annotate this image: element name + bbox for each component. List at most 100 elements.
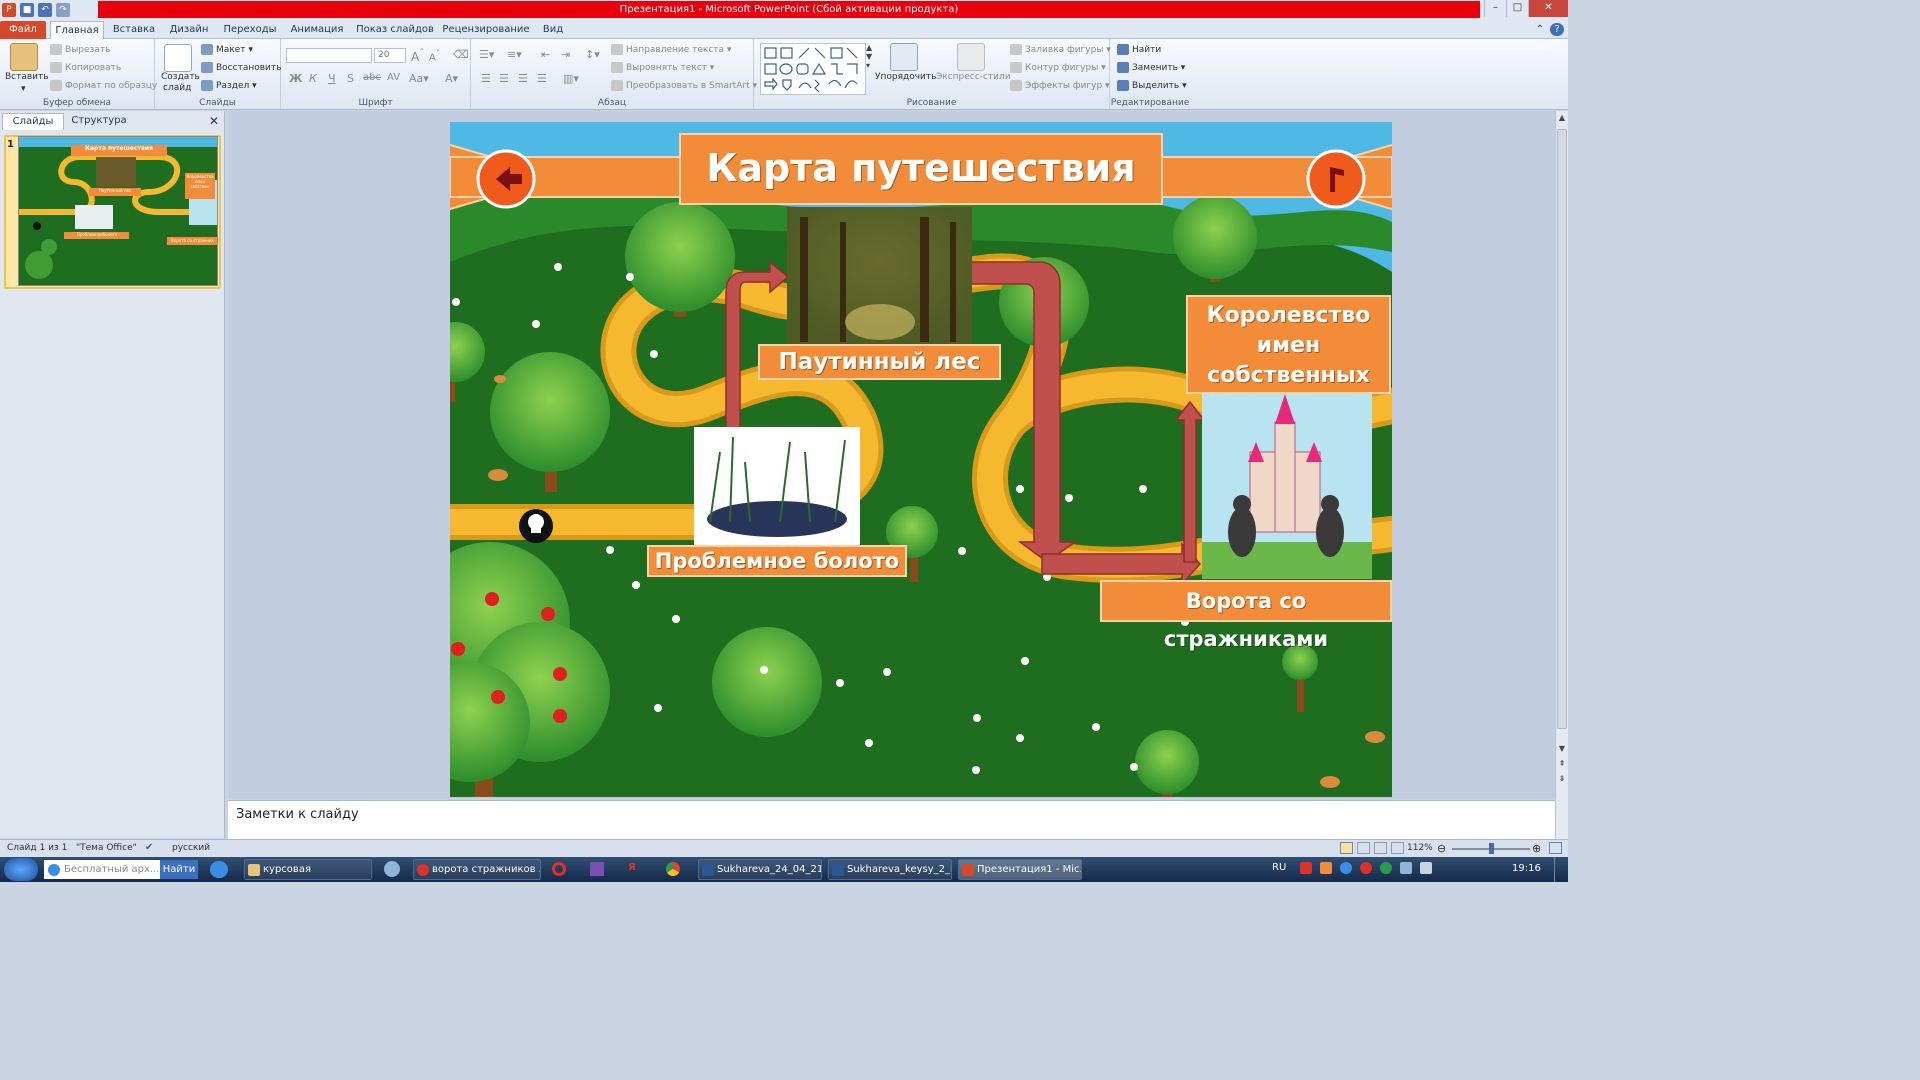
tray-app-icon-3[interactable] [1340, 862, 1352, 874]
help-icon[interactable]: ? [1550, 23, 1564, 36]
vs-icon[interactable] [590, 862, 604, 876]
prev-slide-icon[interactable]: ⇞ [1557, 759, 1567, 768]
tab-slideshow[interactable]: Показ слайдов [354, 21, 436, 39]
show-desktop-button[interactable] [1554, 857, 1568, 882]
clear-format-icon[interactable]: ⌫ [453, 48, 469, 61]
taskbar-item-browser[interactable]: ворота стражников ... [413, 859, 541, 880]
reading-view-icon[interactable] [1374, 842, 1387, 854]
tray-app-icon-5[interactable] [1380, 862, 1392, 874]
grow-font-icon[interactable]: Aˆ [411, 48, 424, 64]
chrome-icon[interactable] [666, 862, 680, 876]
clock[interactable]: 19:16 [1512, 863, 1541, 874]
tab-home[interactable]: Главная [50, 21, 104, 39]
numbering-icon[interactable]: ≡▾ [507, 48, 522, 61]
align-right-icon[interactable]: ☰ [518, 72, 528, 85]
notes-pane[interactable]: Заметки к слайду [228, 800, 1555, 839]
font-name-combo[interactable] [286, 48, 372, 63]
slideshow-icon[interactable] [1391, 842, 1404, 854]
reset-button[interactable]: Восстановить [201, 62, 281, 73]
taskbar-item-folder[interactable]: курсовая [244, 859, 372, 880]
layout-button[interactable]: Макет ▾ [201, 44, 253, 55]
vertical-scrollbar[interactable]: ▲ ▼ ⇞ ⇟ [1555, 111, 1568, 839]
align-left-icon[interactable]: ☰ [481, 72, 491, 85]
shape-fill-button[interactable]: Заливка фигуры ▾ [1010, 44, 1111, 55]
maximize-icon[interactable]: □ [1506, 0, 1528, 17]
shadow-icon[interactable]: S [347, 72, 354, 85]
scroll-thumb[interactable] [1557, 129, 1567, 729]
opera-icon[interactable] [552, 862, 566, 876]
shape-effects-button[interactable]: Эффекты фигур ▾ [1010, 80, 1110, 91]
shapes-scroll-icon[interactable]: ▲ ▼ ▾ [866, 43, 872, 70]
fit-window-icon[interactable] [1549, 842, 1562, 854]
tab-transitions[interactable]: Переходы [220, 21, 280, 39]
cut-button[interactable]: Вырезать [50, 44, 110, 55]
indent-decrease-icon[interactable]: ⇤ [541, 48, 550, 61]
search-button[interactable]: Найти [160, 860, 198, 879]
font-size-combo[interactable]: 20 [374, 48, 406, 63]
new-slide-button[interactable]: Создать [161, 72, 200, 82]
network-icon[interactable] [1400, 862, 1412, 874]
status-language[interactable]: русский [172, 843, 210, 853]
tab-animation[interactable]: Анимация [286, 21, 348, 39]
label-guard-gates[interactable]: Ворота со стражниками [1100, 580, 1392, 651]
slide-sorter-icon[interactable] [1357, 842, 1370, 854]
scroll-down-icon[interactable]: ▼ [1557, 744, 1567, 753]
paste-icon[interactable] [10, 43, 38, 71]
select-button[interactable]: Выделить ▾ [1117, 80, 1187, 91]
tab-design[interactable]: Дизайн [164, 21, 214, 39]
language-indicator[interactable]: RU [1272, 862, 1286, 873]
line-spacing-icon[interactable]: ↕▾ [585, 48, 600, 61]
taskbar-item-word1[interactable]: Sukhareva_24_04_21.... [698, 859, 822, 880]
app-icon[interactable] [384, 861, 400, 877]
taskbar-item-powerpoint[interactable]: Презентация1 - Mic... [958, 859, 1082, 880]
italic-icon[interactable]: К [309, 72, 317, 85]
format-painter-button[interactable]: Формат по образцу [50, 80, 157, 91]
replace-button[interactable]: Заменить ▾ [1117, 62, 1185, 73]
start-icon[interactable] [4, 858, 38, 881]
spellcheck-icon[interactable]: ✔ [145, 842, 153, 853]
search-input[interactable]: Бесплатный арх... [44, 860, 160, 879]
tab-review[interactable]: Рецензирование [442, 21, 530, 39]
copy-button[interactable]: Копировать [50, 62, 121, 73]
shape-outline-button[interactable]: Контур фигуры ▾ [1010, 62, 1106, 73]
powerpoint-icon[interactable]: P [2, 2, 16, 17]
taskbar-item-word2[interactable]: Sukhareva_keysy_2_k... [828, 859, 952, 880]
status-theme[interactable]: "Тема Office" [76, 843, 137, 853]
zoom-slider-thumb[interactable] [1489, 843, 1494, 854]
tab-insert[interactable]: Вставка [108, 21, 160, 39]
shapes-gallery[interactable] [760, 43, 866, 95]
tray-app-icon[interactable] [1300, 862, 1312, 874]
strike-icon[interactable]: abc [363, 72, 381, 83]
case-icon[interactable]: Aa▾ [409, 72, 429, 85]
shrink-font-icon[interactable]: Aˇ [429, 48, 440, 63]
find-button[interactable]: Найти [1117, 44, 1161, 55]
zoom-level[interactable]: 112% [1407, 843, 1433, 853]
slide-canvas[interactable]: Карта путешествия Паутинный лес Проблемн… [450, 122, 1392, 797]
undo-icon[interactable]: ↶ [38, 2, 52, 17]
close-pane-icon[interactable]: ✕ [206, 113, 222, 130]
tray-app-icon-4[interactable] [1360, 862, 1372, 874]
section-button[interactable]: Раздел ▾ [201, 80, 257, 91]
font-color-icon[interactable]: A▾ [445, 72, 458, 85]
normal-view-icon[interactable] [1340, 842, 1353, 854]
tab-view[interactable]: Вид [536, 21, 570, 39]
text-direction-button[interactable]: Направление текста ▾ [611, 44, 731, 55]
paste-button[interactable]: Вставить [5, 72, 49, 82]
collapse-ribbon-icon[interactable]: ⌃ [1533, 21, 1547, 39]
redo-icon[interactable]: ↷ [56, 2, 70, 17]
bold-icon[interactable]: Ж [289, 72, 302, 85]
paste-dropdown-icon[interactable]: ▾ [21, 84, 26, 94]
label-kingdom[interactable]: Королевство имен собственных [1186, 295, 1391, 394]
save-icon[interactable]: ■ [20, 2, 34, 17]
volume-icon[interactable] [1420, 862, 1432, 874]
label-spider-forest[interactable]: Паутинный лес [758, 344, 1001, 380]
tab-file[interactable]: Файл [0, 21, 46, 39]
underline-icon[interactable]: Ч [328, 72, 336, 85]
yandex-browser-icon[interactable]: Я [628, 862, 642, 876]
zoom-in-icon[interactable]: ⊕ [1532, 842, 1541, 855]
slide-thumbnail[interactable]: Карта путешествия Паутинный лес Проблемн… [18, 136, 218, 286]
align-text-button[interactable]: Выровнять текст ▾ [611, 62, 714, 73]
spacing-icon[interactable]: AV [387, 72, 400, 83]
next-slide-icon[interactable]: ⇟ [1557, 774, 1567, 783]
tab-slides-pane[interactable]: Слайды [2, 113, 64, 130]
